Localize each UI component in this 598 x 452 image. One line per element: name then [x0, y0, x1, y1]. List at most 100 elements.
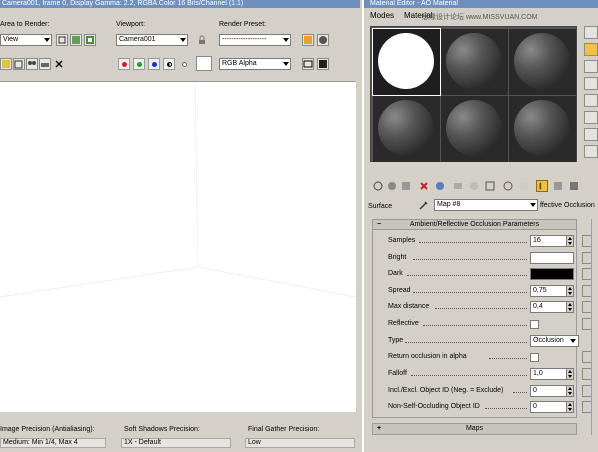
image-precision-value[interactable]: Medium: Min 1/4, Max 4: [0, 438, 106, 448]
area-to-render-dropdown[interactable]: View: [0, 34, 52, 46]
falloff-spinner[interactable]: 1,0: [530, 368, 574, 380]
max-distance-label: Max distance: [388, 303, 430, 310]
go-forward-to-sibling-icon[interactable]: [536, 180, 548, 192]
return-alpha-checkbox[interactable]: [530, 353, 539, 362]
material-sphere: [514, 100, 570, 156]
soft-shadows-value[interactable]: 1X - Default: [121, 438, 231, 448]
render-setup-icon[interactable]: [302, 34, 314, 46]
reflective-checkbox[interactable]: [530, 320, 539, 329]
material-editor-scrollbar[interactable]: [591, 219, 598, 435]
copy-image-icon[interactable]: [13, 58, 25, 70]
put-to-library-icon[interactable]: [452, 180, 464, 192]
sample-slots: [370, 26, 577, 162]
alpha-channel-toggle[interactable]: [163, 58, 175, 70]
viewport-dropdown[interactable]: Camera001: [116, 34, 188, 46]
show-end-result-icon[interactable]: [502, 180, 514, 192]
final-gather-label: Final Gather Precision:: [248, 426, 320, 433]
toggle-ui-icon[interactable]: [317, 58, 329, 70]
make-preview-icon[interactable]: [584, 111, 598, 124]
max-distance-value: 0,4: [533, 303, 543, 310]
material-sphere: [378, 33, 434, 89]
render-preset-value: -------------------: [222, 36, 267, 43]
material-map-navigator-icon[interactable]: [552, 180, 564, 192]
color-swatch[interactable]: [196, 56, 212, 71]
sample-slot[interactable]: [441, 96, 508, 162]
spread-spinner[interactable]: 0,75: [530, 285, 574, 297]
options-icon[interactable]: [584, 128, 598, 141]
incl-excl-spinner[interactable]: 0: [530, 385, 574, 397]
display-channel-dropdown[interactable]: RGB Alpha: [219, 58, 291, 70]
reset-map-icon[interactable]: [418, 180, 430, 192]
eyedropper-icon[interactable]: [418, 199, 430, 211]
lock-icon[interactable]: [196, 34, 208, 46]
clone-window-icon[interactable]: [26, 58, 38, 70]
render-preset-label: Render Preset:: [219, 21, 267, 28]
spread-value: 0,75: [533, 287, 547, 294]
render-canvas: [0, 81, 356, 412]
samples-spinner[interactable]: 16: [530, 235, 574, 247]
material-sphere: [446, 33, 502, 89]
map-name-value: Map #8: [437, 201, 461, 208]
video-color-check-icon[interactable]: [584, 94, 598, 107]
return-alpha-row: Return occlusion in alpha: [373, 350, 594, 364]
ao-rollout-title: Ambient/Reflective Occlusion Parameters: [409, 221, 540, 228]
environment-effects-icon[interactable]: [317, 34, 329, 46]
pick-material-icon[interactable]: [568, 180, 580, 192]
sample-slot[interactable]: [509, 96, 576, 162]
sample-slot[interactable]: [373, 96, 440, 162]
non-self-occluding-spinner[interactable]: 0: [530, 401, 574, 413]
red-channel-toggle[interactable]: [118, 58, 130, 70]
incl-excl-row: Incl./Excl. Object ID (Neg. = Exclude) 0: [373, 384, 594, 398]
ao-parameters-rollout: − Ambient/Reflective Occlusion Parameters…: [372, 219, 594, 418]
region-select-icon[interactable]: [84, 34, 96, 46]
samples-row: Samples 16: [373, 234, 594, 248]
dark-color-swatch[interactable]: [530, 268, 574, 280]
maps-rollout-title: Maps: [465, 425, 484, 432]
type-dropdown[interactable]: Occlusion: [530, 335, 579, 347]
material-id-icon[interactable]: [468, 180, 480, 192]
auto-region-icon[interactable]: [70, 34, 82, 46]
maps-rollout-header[interactable]: + Maps: [372, 423, 577, 435]
assign-to-selection-icon[interactable]: [400, 180, 412, 192]
ao-rollout-header[interactable]: − Ambient/Reflective Occlusion Parameters: [373, 220, 576, 230]
monochrome-toggle[interactable]: [178, 58, 190, 70]
sample-slot[interactable]: [441, 29, 508, 95]
render-window-title: Camera001, frame 0, Display Gamma: 2.2, …: [0, 0, 360, 8]
map-name-field[interactable]: Map #8: [434, 199, 538, 211]
show-map-icon[interactable]: [484, 180, 496, 192]
blue-channel-toggle[interactable]: [148, 58, 160, 70]
bright-color-swatch[interactable]: [530, 252, 574, 264]
menu-modes[interactable]: Modes: [370, 11, 394, 20]
save-image-icon[interactable]: [0, 58, 12, 70]
get-material-icon[interactable]: [372, 180, 384, 192]
green-channel-toggle[interactable]: [133, 58, 145, 70]
non-self-occluding-value: 0: [533, 403, 537, 410]
render-preset-dropdown[interactable]: -------------------: [219, 34, 291, 46]
background-icon[interactable]: [584, 60, 598, 73]
uv-tiling-icon[interactable]: [584, 77, 598, 90]
render-frame-window: Camera001, frame 0, Display Gamma: 2.2, …: [0, 0, 360, 452]
edit-region-icon[interactable]: [56, 34, 68, 46]
map-type-button[interactable]: ffective Occlusion: [540, 202, 595, 209]
toggle-ui-overlay-icon[interactable]: [302, 58, 314, 70]
sample-slot[interactable]: [509, 29, 576, 95]
sample-slot[interactable]: [372, 28, 441, 96]
spread-label: Spread: [388, 287, 411, 294]
type-row: Type Occlusion: [373, 334, 579, 348]
display-channel-value: RGB Alpha: [222, 60, 257, 67]
print-image-icon[interactable]: [39, 58, 51, 70]
put-to-scene-icon[interactable]: [386, 180, 398, 192]
material-sphere: [378, 100, 434, 156]
max-distance-spinner[interactable]: 0,4: [530, 301, 574, 313]
make-unique-icon[interactable]: [434, 180, 446, 192]
backlight-icon[interactable]: [584, 43, 598, 56]
select-by-material-icon[interactable]: [584, 145, 598, 158]
final-gather-value[interactable]: Low: [245, 438, 355, 448]
material-editor-window: Material Editor - AO Material Modes Mate…: [362, 0, 598, 452]
go-to-parent-icon[interactable]: [518, 180, 530, 192]
sample-type-icon[interactable]: [584, 26, 598, 39]
clear-icon[interactable]: [53, 58, 65, 70]
type-value: Occlusion: [533, 337, 564, 344]
soft-shadows-label: Soft Shadows Precision:: [124, 426, 200, 433]
non-self-occluding-label: Non-Self-Occluding Object ID: [388, 403, 480, 410]
